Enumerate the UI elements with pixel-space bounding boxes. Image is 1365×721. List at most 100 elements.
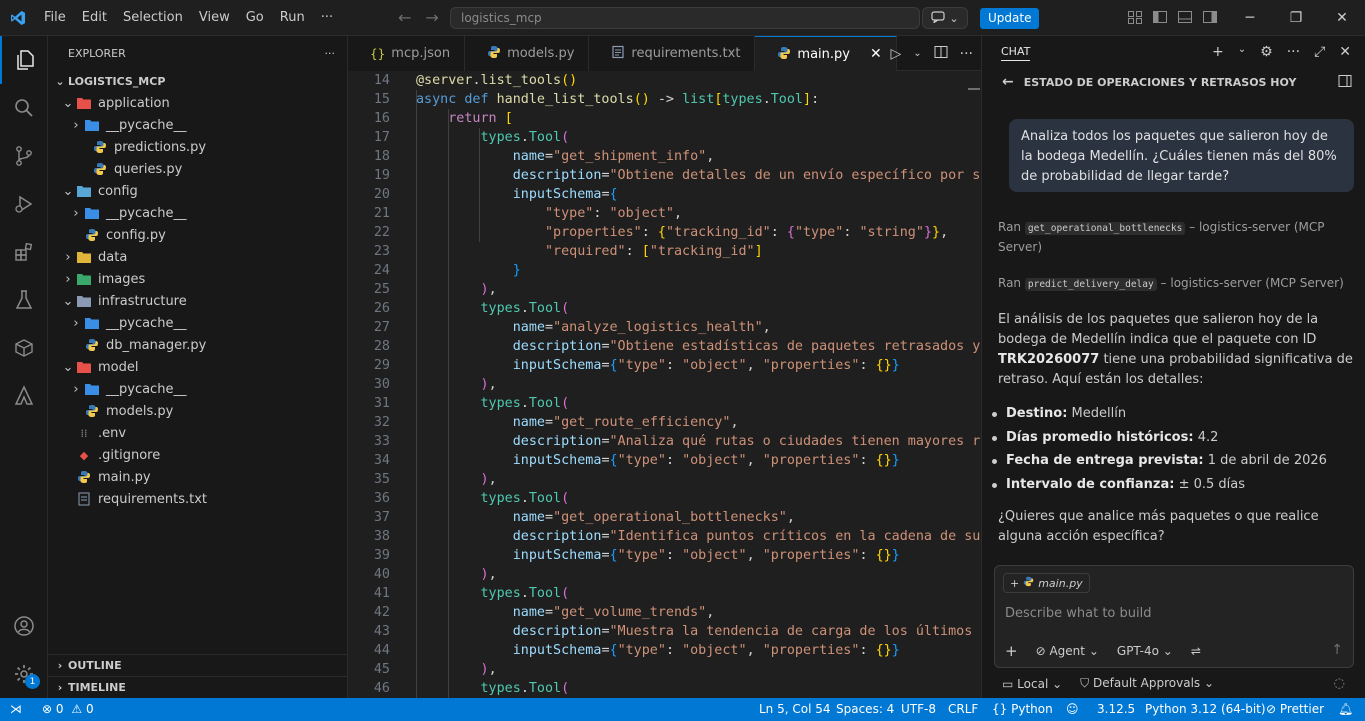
explorer-item[interactable]: ⌄ application <box>48 92 348 114</box>
restore-icon[interactable]: ❐ <box>1273 0 1319 36</box>
line-number: 38 <box>373 529 390 544</box>
command-center-search[interactable]: logistics_mcp <box>450 7 920 29</box>
chat-more-icon[interactable]: ··· <box>1287 44 1300 60</box>
python-version[interactable]: 3.12.5 <box>1097 698 1135 721</box>
copilot-agent-icon[interactable] <box>0 372 48 420</box>
remote-indicator-icon[interactable]: ⋊ <box>10 698 22 721</box>
forward-arrow-icon[interactable]: → <box>425 8 438 27</box>
chevron-down-icon[interactable]: ⌄ <box>913 48 921 59</box>
remote-explorer-icon[interactable] <box>0 324 48 372</box>
more-actions-icon[interactable]: ··· <box>960 46 973 62</box>
explorer-item-label: __pycache__ <box>106 205 187 221</box>
toggle-primary-sidebar-icon[interactable] <box>1152 9 1168 25</box>
menu-selection[interactable]: Selection <box>115 0 191 36</box>
explorer-item[interactable]: ⌄ config <box>48 180 348 202</box>
split-editor-icon[interactable] <box>934 45 948 63</box>
chat-input-box[interactable]: + main.py Describe what to build + ⊘ Age… <box>994 565 1354 668</box>
tools-config-icon[interactable]: ⇌ <box>1191 644 1201 658</box>
back-arrow-icon[interactable]: ← <box>1002 74 1014 90</box>
explorer-root-folder[interactable]: ⌄ LOGISTICS_MCP <box>48 70 348 92</box>
close-tab-icon[interactable]: ✕ <box>870 46 882 62</box>
approvals-picker[interactable]: ⛉ Default Approvals ⌄ <box>1080 676 1214 691</box>
back-arrow-icon[interactable]: ← <box>398 8 411 27</box>
explorer-item[interactable]: › data <box>48 246 348 268</box>
explorer-item[interactable]: › __pycache__ <box>48 114 348 136</box>
encoding[interactable]: UTF-8 <box>901 698 936 721</box>
explorer-item[interactable]: ◆ .gitignore <box>48 444 348 466</box>
explorer-item[interactable]: ⌄ model <box>48 356 348 378</box>
run-debug-icon[interactable] <box>0 180 48 228</box>
menu-edit[interactable]: Edit <box>74 0 115 36</box>
location-picker[interactable]: ▭ Local ⌄ <box>1002 677 1062 691</box>
copilot-status-icon[interactable]: ☺ <box>1066 698 1079 721</box>
maximize-icon[interactable]: ⤢ <box>1314 44 1325 60</box>
new-chat-plus-icon[interactable]: + <box>1212 44 1224 60</box>
explorer-item[interactable]: models.py <box>48 400 348 422</box>
run-file-icon[interactable]: ▷ <box>890 46 901 62</box>
account-icon[interactable] <box>0 602 48 650</box>
chat-input-placeholder[interactable]: Describe what to build <box>1005 606 1152 621</box>
explorer-more-button[interactable]: ··· <box>325 47 336 60</box>
search-icon[interactable] <box>0 84 48 132</box>
tab-main-py[interactable]: main.py ✕ <box>755 36 897 71</box>
tab-requirements-txt[interactable]: requirements.txt <box>589 36 756 71</box>
mode-picker[interactable]: ⊘ Agent ⌄ <box>1036 644 1099 658</box>
close-icon[interactable]: ✕ <box>1319 0 1365 36</box>
explorer-icon[interactable] <box>0 36 48 84</box>
explorer-item[interactable]: › __pycache__ <box>48 202 348 224</box>
indentation[interactable]: Spaces: 4 <box>836 698 894 721</box>
sessions-sidebar-icon[interactable] <box>1338 74 1352 91</box>
source-control-icon[interactable] <box>0 132 48 180</box>
python-interpreter[interactable]: Python 3.12 (64-bit) <box>1145 698 1266 721</box>
notifications-bell-icon[interactable]: 🔔︎ <box>1338 698 1353 721</box>
menu-file[interactable]: File <box>36 0 74 36</box>
extensions-icon[interactable] <box>0 228 48 276</box>
timeline-section[interactable]: › TIMELINE <box>48 676 348 698</box>
explorer-item[interactable]: db_manager.py <box>48 334 348 356</box>
menu-go[interactable]: Go <box>238 0 272 36</box>
minimize-icon[interactable]: ─ <box>1227 0 1273 36</box>
detail-bullet: Días promedio históricos: 4.2 <box>991 428 1218 448</box>
copilot-button[interactable]: ⌄ <box>922 7 968 29</box>
line-number: 29 <box>373 358 390 373</box>
outline-section[interactable]: › OUTLINE <box>48 654 348 676</box>
explorer-item[interactable]: requirements.txt <box>48 488 348 510</box>
menu-run[interactable]: Run <box>272 0 313 36</box>
explorer-item[interactable]: predictions.py <box>48 136 348 158</box>
context-file-chip[interactable]: + main.py <box>1003 573 1090 593</box>
tab-models-py[interactable]: models.py <box>465 36 590 71</box>
code-editor[interactable]: 14 @server.list_tools() 15 async def handl… <box>348 71 981 698</box>
toggle-secondary-sidebar-icon[interactable] <box>1202 9 1218 25</box>
send-arrow-icon[interactable]: ↑ <box>1331 642 1343 658</box>
prettier-status[interactable]: ⊘ Prettier <box>1266 698 1324 721</box>
explorer-item[interactable]: main.py <box>48 466 348 488</box>
explorer-item[interactable]: config.py <box>48 224 348 246</box>
layout-panels-icon[interactable] <box>1127 9 1143 25</box>
tab-mcp-json[interactable]: {} mcp.json <box>348 36 466 71</box>
close-chat-icon[interactable]: ✕ <box>1339 44 1351 60</box>
add-attachment-plus-icon[interactable]: + <box>1005 642 1018 660</box>
menu-more[interactable]: ··· <box>313 0 341 36</box>
folder-icon <box>76 183 92 199</box>
explorer-item[interactable]: ⁞⁞ .env <box>48 422 348 444</box>
end-of-line[interactable]: CRLF <box>948 698 978 721</box>
language-mode[interactable]: {} Python <box>992 698 1053 721</box>
explorer-item-label: __pycache__ <box>106 381 187 397</box>
chevron-down-icon[interactable]: ⌄ <box>1238 44 1246 60</box>
problems-indicator[interactable]: ⊗ 0 ⚠ 0 <box>42 698 94 721</box>
explorer-item[interactable]: queries.py <box>48 158 348 180</box>
explorer-item[interactable]: ⌄ infrastructure <box>48 290 348 312</box>
model-picker[interactable]: GPT-4o ⌄ <box>1117 644 1173 658</box>
toggle-panel-icon[interactable] <box>1177 9 1193 25</box>
explorer-item[interactable]: › __pycache__ <box>48 312 348 334</box>
explorer-item[interactable]: › images <box>48 268 348 290</box>
chat-settings-gear-icon[interactable]: ⚙ <box>1260 44 1273 60</box>
update-button[interactable]: Update <box>980 8 1040 29</box>
cursor-position[interactable]: Ln 5, Col 54 <box>759 698 831 721</box>
code-line: 19 description="Obtiene detalles de un e… <box>348 166 981 185</box>
menu-view[interactable]: View <box>191 0 238 36</box>
manage-gear-icon[interactable] <box>0 650 48 698</box>
testing-flask-icon[interactable] <box>0 276 48 324</box>
explorer-item[interactable]: › __pycache__ <box>48 378 348 400</box>
line-number: 22 <box>373 225 390 240</box>
